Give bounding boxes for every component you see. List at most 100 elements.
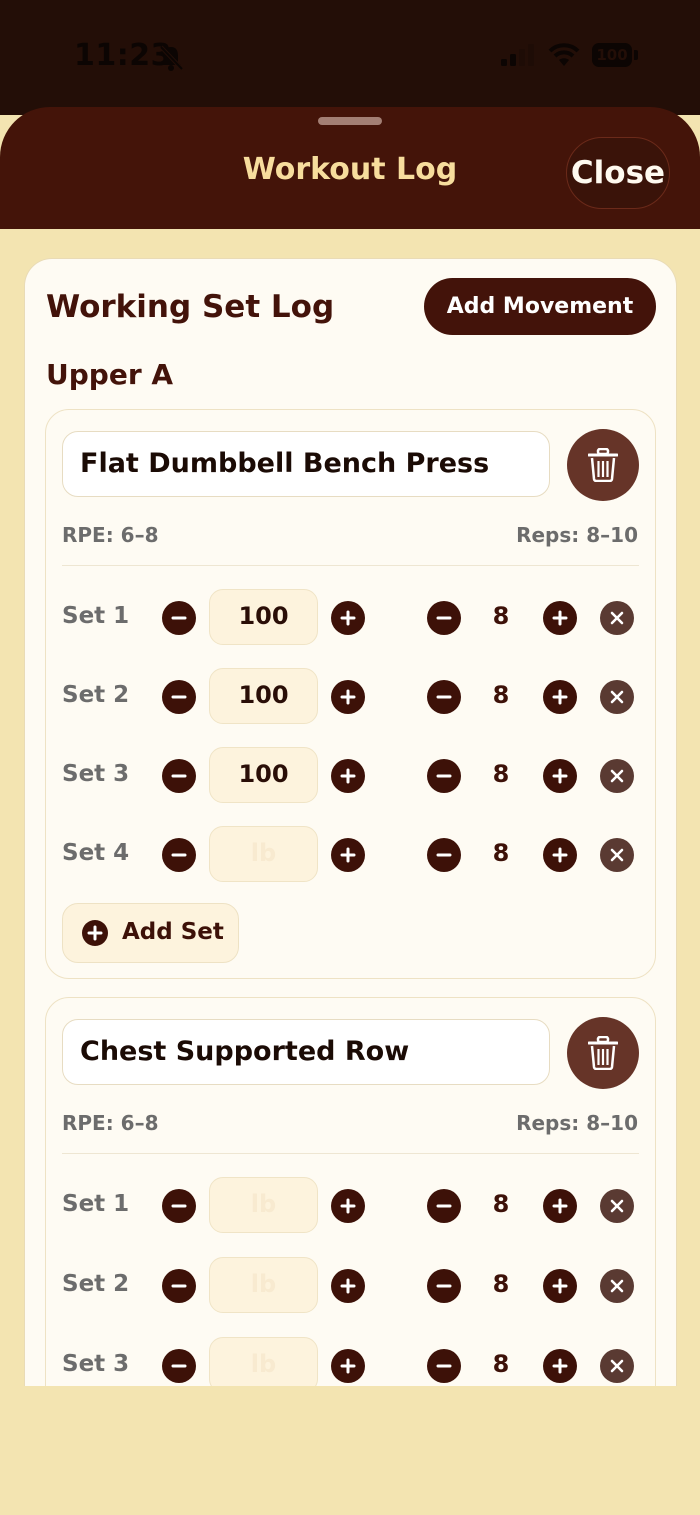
minus-icon: [436, 1364, 452, 1368]
reps-value: 8: [492, 1190, 510, 1218]
plus-icon: [552, 768, 568, 784]
set-row: Set 2 100 8: [46, 666, 657, 726]
remove-set-button[interactable]: [600, 1189, 634, 1223]
decrease-weight-button[interactable]: [162, 838, 196, 872]
plus-icon: [552, 847, 568, 863]
remove-set-button[interactable]: [600, 601, 634, 635]
trash-icon: [588, 1036, 618, 1070]
decrease-weight-button[interactable]: [162, 601, 196, 635]
reps-value: 8: [492, 1350, 510, 1378]
increase-reps-button[interactable]: [543, 838, 577, 872]
increase-weight-button[interactable]: [331, 838, 365, 872]
set-row: Set 1 100 8: [46, 587, 657, 647]
reps-value: 8: [492, 1270, 510, 1298]
plus-icon: [340, 847, 356, 863]
increase-reps-button[interactable]: [543, 1189, 577, 1223]
plus-icon: [340, 1278, 356, 1294]
remove-set-button[interactable]: [600, 1269, 634, 1303]
increase-weight-button[interactable]: [331, 1349, 365, 1383]
plus-icon: [552, 689, 568, 705]
working-set-log-card: Working Set Log Add Movement Upper A Fla…: [24, 258, 677, 1386]
increase-reps-button[interactable]: [543, 680, 577, 714]
decrease-reps-button[interactable]: [427, 601, 461, 635]
set-row: Set 3 100 8: [46, 745, 657, 805]
delete-exercise-button[interactable]: [567, 429, 639, 501]
increase-weight-button[interactable]: [331, 1189, 365, 1223]
plus-icon: [552, 610, 568, 626]
remove-set-button[interactable]: [600, 1349, 634, 1383]
decrease-reps-button[interactable]: [427, 1349, 461, 1383]
minus-icon: [171, 616, 187, 620]
reps-range-label: Reps: 8–10: [516, 523, 638, 547]
decrease-weight-button[interactable]: [162, 759, 196, 793]
delete-exercise-button[interactable]: [567, 1017, 639, 1089]
reps-value: 8: [492, 839, 510, 867]
set-label: Set 2: [62, 1271, 130, 1297]
increase-reps-button[interactable]: [543, 759, 577, 793]
divider: [62, 565, 639, 566]
exercise-card: Chest Supported Row RPE: 6–8 Reps: 8–10 …: [45, 997, 656, 1386]
plus-icon: [552, 1278, 568, 1294]
sheet-grabber[interactable]: [318, 117, 382, 125]
set-label: Set 2: [62, 682, 130, 708]
close-icon: [610, 690, 624, 704]
decrease-weight-button[interactable]: [162, 1349, 196, 1383]
decrease-weight-button[interactable]: [162, 1189, 196, 1223]
close-icon: [610, 848, 624, 862]
decrease-weight-button[interactable]: [162, 680, 196, 714]
plus-icon: [340, 689, 356, 705]
weight-input[interactable]: lb: [209, 1177, 318, 1233]
remove-set-button[interactable]: [600, 838, 634, 872]
increase-reps-button[interactable]: [543, 1349, 577, 1383]
decrease-weight-button[interactable]: [162, 1269, 196, 1303]
increase-reps-button[interactable]: [543, 601, 577, 635]
rpe-label: RPE: 6–8: [62, 523, 159, 547]
weight-input[interactable]: 100: [209, 589, 318, 645]
minus-icon: [171, 853, 187, 857]
weight-input[interactable]: 100: [209, 747, 318, 803]
exercise-name-input[interactable]: Flat Dumbbell Bench Press: [62, 431, 550, 497]
weight-input[interactable]: lb: [209, 826, 318, 882]
day-title: Upper A: [46, 358, 174, 391]
remove-set-button[interactable]: [600, 759, 634, 793]
card-title: Working Set Log: [46, 289, 335, 325]
plus-icon: [340, 768, 356, 784]
weight-input[interactable]: 100: [209, 668, 318, 724]
reps-value: 8: [492, 602, 510, 630]
weight-input[interactable]: lb: [209, 1257, 318, 1313]
reps-value: 8: [492, 760, 510, 788]
exercise-name-input[interactable]: Chest Supported Row: [62, 1019, 550, 1085]
decrease-reps-button[interactable]: [427, 838, 461, 872]
set-label: Set 1: [62, 603, 130, 629]
add-set-label: Add Set: [122, 919, 224, 945]
signal-icon: [501, 44, 534, 66]
increase-weight-button[interactable]: [331, 601, 365, 635]
add-movement-button[interactable]: Add Movement: [424, 278, 656, 335]
minus-icon: [436, 1204, 452, 1208]
weight-input[interactable]: lb: [209, 1337, 318, 1386]
increase-weight-button[interactable]: [331, 680, 365, 714]
remove-set-button[interactable]: [600, 680, 634, 714]
close-button[interactable]: Close: [566, 137, 670, 209]
plus-icon: [340, 1198, 356, 1214]
minus-icon: [171, 1284, 187, 1288]
plus-icon: [552, 1198, 568, 1214]
increase-weight-button[interactable]: [331, 1269, 365, 1303]
set-label: Set 1: [62, 1191, 130, 1217]
plus-icon: [340, 610, 356, 626]
decrease-reps-button[interactable]: [427, 1269, 461, 1303]
decrease-reps-button[interactable]: [427, 680, 461, 714]
decrease-reps-button[interactable]: [427, 1189, 461, 1223]
exercise-card: Flat Dumbbell Bench Press RPE: 6–8 Reps:…: [45, 409, 656, 979]
minus-icon: [171, 1204, 187, 1208]
close-icon: [610, 1199, 624, 1213]
increase-reps-button[interactable]: [543, 1269, 577, 1303]
minus-icon: [171, 774, 187, 778]
minus-icon: [171, 1364, 187, 1368]
decrease-reps-button[interactable]: [427, 759, 461, 793]
set-row: Set 2 lb 8: [46, 1255, 657, 1315]
status-bar: 11:23 100: [0, 0, 700, 115]
increase-weight-button[interactable]: [331, 759, 365, 793]
add-set-button[interactable]: Add Set: [62, 903, 239, 963]
reps-range-label: Reps: 8–10: [516, 1111, 638, 1135]
